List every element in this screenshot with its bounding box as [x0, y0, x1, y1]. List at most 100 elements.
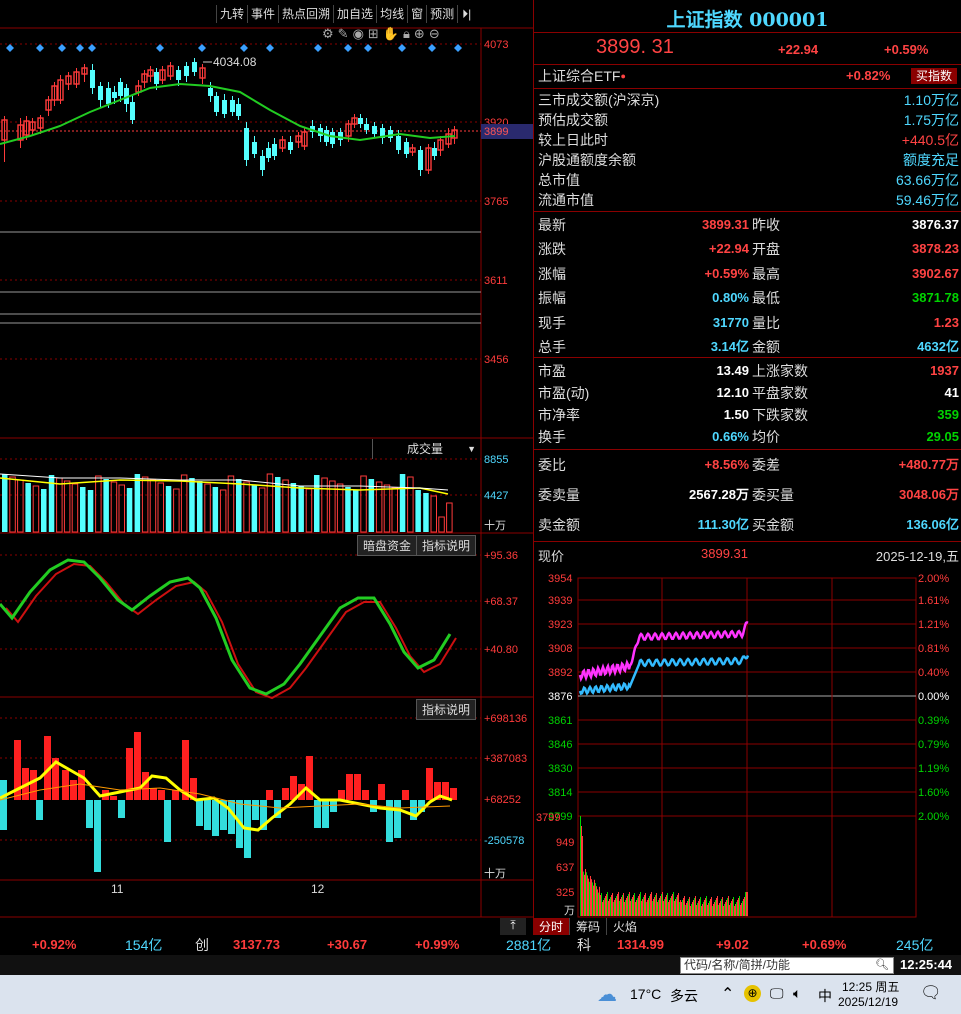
clock-time[interactable]: 12:25 周五	[842, 978, 899, 995]
intraday-volume-bar	[623, 893, 624, 916]
intraday-volume-bar	[636, 900, 637, 916]
intraday-volume-bar	[662, 892, 663, 916]
eye-icon[interactable]: ◉	[353, 26, 364, 42]
intraday-volume-bar	[739, 896, 740, 916]
intraday-right-tick: 1.21%	[918, 619, 949, 631]
info-row: 预估成交额 1.75万亿	[538, 110, 959, 130]
event-marker	[76, 44, 84, 52]
candle-down	[130, 102, 135, 120]
intraday-volume-bar	[669, 900, 670, 916]
quote-label: 总手	[538, 339, 566, 355]
flow-bar	[172, 790, 179, 800]
ticker-item: 3137.73	[233, 937, 280, 952]
candle-down	[272, 144, 277, 156]
quote-row: 涨跌 +22.94 开盘 3878.23	[538, 239, 959, 259]
intraday-right-tick: 0.39%	[918, 715, 949, 727]
lock-icon[interactable]: 🔒︎	[403, 26, 410, 42]
candle-down	[154, 72, 159, 84]
intraday-volume-bar	[688, 899, 689, 916]
ime-indicator[interactable]: 中	[818, 986, 832, 1006]
volume-bar	[236, 479, 242, 532]
weather-cloud-icon[interactable]: ☁	[597, 982, 617, 1007]
etf-label[interactable]: 上证综合ETF	[538, 68, 620, 84]
candle-down	[388, 130, 393, 138]
intraday-vol-unit: 万	[564, 905, 575, 917]
clock-date[interactable]: 2025/12/19	[838, 995, 898, 1009]
gear-icon[interactable]: ⚙	[322, 26, 334, 42]
dark-pool-button[interactable]: 暗盘资金	[357, 535, 418, 556]
intraday-right-tick: 1.19%	[918, 763, 949, 775]
x-tick: 12	[311, 882, 325, 896]
indicator-help-button-2[interactable]: 指标说明	[416, 699, 477, 720]
quote-value: 1.50	[723, 407, 749, 422]
volume-bar	[251, 485, 258, 532]
index-ticker-bar[interactable]: +0.92% 154亿 创 3137.73 +30.67 +0.99% 2881亿 科 1314…	[0, 935, 961, 955]
intraday-vol-tick: 949	[556, 837, 574, 849]
pen-icon[interactable]: ✎	[338, 26, 349, 42]
quote-label: 开盘	[752, 241, 780, 258]
search-box[interactable]: 代码/名称/简拼/功能 🔍︎	[680, 957, 894, 974]
weather-temp[interactable]: 17°C	[630, 986, 661, 1002]
quote-label: 最低	[752, 290, 780, 307]
quote-label: 涨跌	[538, 241, 566, 258]
quote-label: 市盈(动)	[538, 385, 590, 401]
volume-selector[interactable]: 成交量 ▼	[372, 439, 481, 459]
weather-text[interactable]: 多云	[670, 986, 698, 1006]
event-marker	[398, 44, 406, 52]
event-marker	[314, 44, 322, 52]
kline-chart[interactable]: 4034.08 4073 3920 3899 3765 3611 3456 88…	[0, 0, 533, 935]
quote-value: 3871.78	[912, 290, 959, 306]
intraday-volume-bar	[697, 903, 698, 916]
etf-row: 上证综合ETF● +0.82% 买指数	[538, 66, 959, 86]
intraday-volume-bar	[705, 898, 706, 916]
intraday-volume-bar	[657, 902, 658, 916]
flow-bar	[62, 770, 69, 800]
intraday-right-tick: 0.00%	[918, 691, 949, 703]
intraday-volume-bar	[727, 898, 728, 916]
intraday-volume-bar	[744, 897, 745, 916]
intraday-volume-bar	[729, 905, 730, 916]
tab-flame[interactable]: 火焰	[606, 918, 643, 935]
info-row: 流通市值 59.46万亿	[538, 190, 959, 210]
osc-tick: +40.80	[484, 644, 518, 656]
quote-value: 3.14亿	[710, 339, 749, 354]
system-time: 12:25:44	[900, 957, 953, 972]
intraday-volume-bar	[639, 894, 640, 916]
intraday-volume-bar	[613, 902, 614, 916]
intraday-volume-bar	[686, 903, 687, 916]
volume-bar	[204, 483, 211, 533]
tab-intraday[interactable]: 分时	[533, 918, 570, 935]
zoom-out-icon[interactable]: ⊖	[429, 26, 440, 42]
notification-icon[interactable]: 🗨︎	[920, 983, 942, 1003]
quote-price: 3899. 31	[596, 36, 674, 58]
indicator-help-button[interactable]: 指标说明	[416, 535, 477, 556]
flow-bar	[126, 748, 133, 800]
intraday-chart[interactable]: 3954 3939 3923 3908 3892 3876 3861 3846 3830 3814…	[534, 567, 961, 937]
flow-bar	[330, 800, 337, 812]
basket-icon[interactable]: ⊞	[368, 26, 379, 42]
buy-index-button[interactable]: 买指数	[910, 68, 957, 84]
intraday-volume-bar	[652, 901, 653, 916]
network-icon[interactable]: 🖵	[770, 985, 784, 1002]
intraday-volume-bar	[621, 897, 622, 916]
candle-down	[184, 66, 189, 76]
intraday-volume-bar	[589, 881, 590, 916]
tab-chips[interactable]: 筹码	[569, 918, 606, 935]
intraday-volume-bar	[721, 899, 722, 916]
hand-icon[interactable]: ✋	[383, 26, 399, 42]
search-icon[interactable]: 🔍︎	[875, 958, 889, 973]
speaker-icon[interactable]: 🔈︎	[793, 985, 801, 1002]
event-marker	[428, 44, 436, 52]
app-tray-icon[interactable]: ⊕	[744, 985, 761, 1002]
chevron-up-icon[interactable]: ⌃	[721, 984, 734, 1004]
intraday-volume-bar	[728, 896, 729, 916]
left-chart-area[interactable]: 九转 事件 热点回溯 加自选 均线 窗 预测 ⏵| 4034.08 4073 3…	[0, 0, 533, 935]
volume-bar	[219, 489, 227, 533]
scroll-up-icon[interactable]: ⤒	[500, 918, 526, 935]
intraday-volume-bar	[602, 902, 603, 916]
flow-bar	[150, 788, 157, 800]
zoom-in-icon[interactable]: ⊕	[414, 26, 425, 42]
quote-value: 1.23	[933, 314, 959, 330]
intraday-volume-bar	[658, 900, 659, 916]
intraday-right-tick: 0.79%	[918, 739, 949, 751]
